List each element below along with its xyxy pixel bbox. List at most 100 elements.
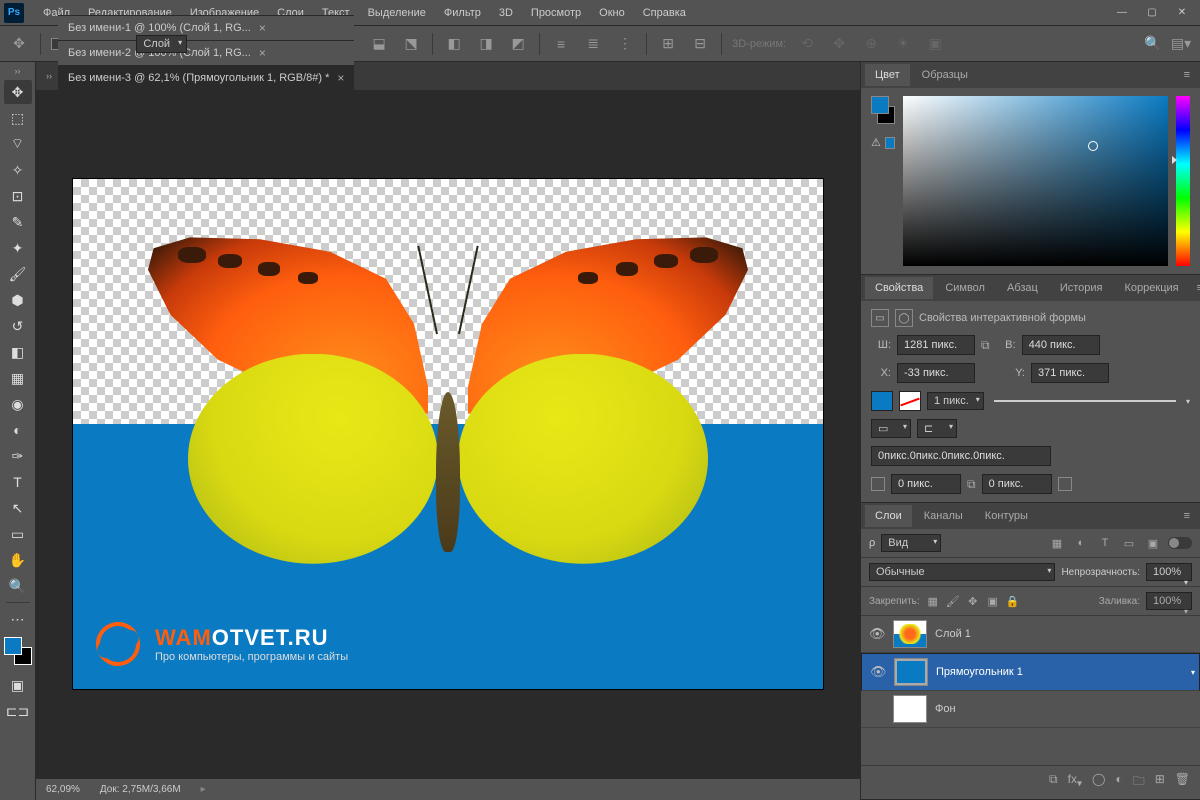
panel-fg-swatch[interactable] xyxy=(871,96,889,114)
marquee-tool[interactable]: ⬚ xyxy=(4,106,32,130)
brush-tool[interactable]: 🖌 xyxy=(4,262,32,286)
align-left-icon[interactable]: ◧ xyxy=(443,33,465,55)
lasso-tool[interactable]: ⌔ xyxy=(4,132,32,156)
screen-mode-icon[interactable]: ⊏⊐ xyxy=(4,699,32,723)
align-bottom-icon[interactable]: ⬔ xyxy=(400,33,422,55)
filter-shape-icon[interactable]: ▭ xyxy=(1120,535,1138,551)
menu-Фильтр[interactable]: Фильтр xyxy=(435,3,490,23)
magic-wand-tool[interactable]: ✧ xyxy=(4,158,32,182)
distribute-3-icon[interactable]: ⋮ xyxy=(614,33,636,55)
tab-paragraph[interactable]: Абзац xyxy=(997,277,1048,299)
history-brush-tool[interactable]: ↺ xyxy=(4,314,32,338)
tab-swatches[interactable]: Образцы xyxy=(912,64,978,86)
close-tab-icon[interactable]: × xyxy=(337,71,344,85)
fill-color-swatch[interactable] xyxy=(871,391,893,411)
link-layers-icon[interactable]: ⧉ xyxy=(1049,772,1058,793)
canvas-area[interactable]: WAMOTVET.RU Про компьютеры, программы и … xyxy=(36,90,860,778)
blend-mode-select[interactable]: Обычные xyxy=(869,563,1055,581)
hand-tool[interactable]: ✋ xyxy=(4,548,32,572)
distribute-2-icon[interactable]: ≣ xyxy=(582,33,604,55)
tab-layers[interactable]: Слои xyxy=(865,505,912,527)
tab-color[interactable]: Цвет xyxy=(865,64,910,86)
distribute-5-icon[interactable]: ⊟ xyxy=(689,33,711,55)
lock-all-icon[interactable]: 🔒 xyxy=(1006,594,1020,608)
close-tab-icon[interactable]: × xyxy=(259,21,266,35)
opacity-input[interactable]: 100% xyxy=(1146,563,1192,581)
panel-menu-icon[interactable]: ≡ xyxy=(1178,510,1196,522)
blur-tool[interactable]: ◉ xyxy=(4,392,32,416)
fill-input[interactable]: 100% xyxy=(1146,592,1192,610)
visibility-icon[interactable]: 👁 xyxy=(870,664,886,680)
width-input[interactable] xyxy=(897,335,975,355)
layer-row[interactable]: Фон xyxy=(861,691,1200,728)
stamp-tool[interactable]: ⬢ xyxy=(4,288,32,312)
pen-tool[interactable]: ✑ xyxy=(4,444,32,468)
workspace-icon[interactable]: ▤▾ xyxy=(1170,33,1192,55)
tab-adjustments[interactable]: Коррекция xyxy=(1115,277,1189,299)
filter-adjust-icon[interactable]: ◐ xyxy=(1072,535,1090,551)
tab-paths[interactable]: Контуры xyxy=(975,505,1038,527)
layer-name[interactable]: Фон xyxy=(935,703,956,715)
eyedropper-tool[interactable]: ✎ xyxy=(4,210,32,234)
toolbar-expand-icon[interactable]: ›› xyxy=(15,66,21,78)
layer-fx-icon[interactable]: fx▾ xyxy=(1068,772,1082,793)
filter-toggle[interactable] xyxy=(1168,537,1192,549)
stroke-caps-select[interactable]: ⊏ xyxy=(917,419,957,438)
document-tab[interactable]: Без имени-1 @ 100% (Слой 1, RG...× xyxy=(58,15,354,40)
type-tool[interactable]: T xyxy=(4,470,32,494)
minimize-button[interactable]: — xyxy=(1108,3,1136,23)
lock-transparency-icon[interactable]: ▦ xyxy=(926,594,940,608)
quick-mask-icon[interactable]: ▣ xyxy=(4,673,32,697)
hue-slider[interactable] xyxy=(1176,96,1190,266)
link-wh-icon[interactable]: ⧉ xyxy=(981,338,990,353)
lock-pixels-icon[interactable]: 🖌 xyxy=(946,594,960,608)
layer-group-icon[interactable]: 🗀 xyxy=(1133,772,1145,793)
layer-name[interactable]: Слой 1 xyxy=(935,628,971,640)
align-hcenter-icon[interactable]: ◨ xyxy=(475,33,497,55)
eraser-tool[interactable]: ◧ xyxy=(4,340,32,364)
tab-character[interactable]: Символ xyxy=(935,277,995,299)
close-button[interactable]: ✕ xyxy=(1168,3,1196,23)
filter-smart-icon[interactable]: ▣ xyxy=(1144,535,1162,551)
path-select-tool[interactable]: ↖ xyxy=(4,496,32,520)
zoom-level[interactable]: 62,09% xyxy=(46,784,80,795)
layer-row[interactable]: 👁Слой 1 xyxy=(861,616,1200,653)
rectangle-tool[interactable]: ▭ xyxy=(4,522,32,546)
maximize-button[interactable]: ▢ xyxy=(1138,3,1166,23)
corners-summary-input[interactable] xyxy=(871,446,1051,466)
menu-3D[interactable]: 3D xyxy=(490,3,522,23)
layer-mask-icon[interactable]: ◯ xyxy=(1092,772,1105,793)
document-tab[interactable]: Без имени-2 @ 100% (Слой 1, RG...× xyxy=(58,40,354,65)
healing-tool[interactable]: ✦ xyxy=(4,236,32,260)
lock-artboard-icon[interactable]: ▣ xyxy=(986,594,1000,608)
stroke-width-select[interactable]: 1 пикс. xyxy=(927,392,984,410)
layer-name[interactable]: Прямоугольник 1 xyxy=(936,666,1023,678)
menu-Справка[interactable]: Справка xyxy=(634,3,695,23)
gradient-tool[interactable]: ▦ xyxy=(4,366,32,390)
corner-2-input[interactable] xyxy=(982,474,1052,494)
x-input[interactable] xyxy=(897,363,975,383)
layer-thumbnail[interactable] xyxy=(893,620,927,648)
filter-pixel-icon[interactable]: ▦ xyxy=(1048,535,1066,551)
lock-position-icon[interactable]: ✥ xyxy=(966,594,980,608)
stroke-color-swatch[interactable] xyxy=(899,391,921,411)
layer-thumbnail[interactable] xyxy=(893,695,927,723)
filter-type-icon[interactable]: T xyxy=(1096,535,1114,551)
edit-toolbar-icon[interactable]: ⋯ xyxy=(4,607,32,631)
color-picker-field[interactable] xyxy=(903,96,1168,266)
menu-Просмотр[interactable]: Просмотр xyxy=(522,3,590,23)
corner-tr-icon[interactable] xyxy=(1058,477,1072,491)
new-layer-icon[interactable]: ⊞ xyxy=(1155,772,1165,793)
menu-Выделение[interactable]: Выделение xyxy=(359,3,435,23)
adjustment-layer-icon[interactable]: ◐ xyxy=(1115,772,1122,793)
zoom-tool[interactable]: 🔍 xyxy=(4,574,32,598)
crop-tool[interactable]: ⊡ xyxy=(4,184,32,208)
tabs-overflow-icon[interactable]: ›› xyxy=(40,71,58,81)
move-tool[interactable]: ✥ xyxy=(4,80,32,104)
color-swatches[interactable] xyxy=(4,637,32,665)
panel-menu-icon[interactable]: ≡ xyxy=(1178,69,1196,81)
stroke-align-select[interactable]: ▭ xyxy=(871,419,911,438)
align-right-icon[interactable]: ◩ xyxy=(507,33,529,55)
menu-Окно[interactable]: Окно xyxy=(590,3,634,23)
dodge-tool[interactable]: ◐ xyxy=(4,418,32,442)
